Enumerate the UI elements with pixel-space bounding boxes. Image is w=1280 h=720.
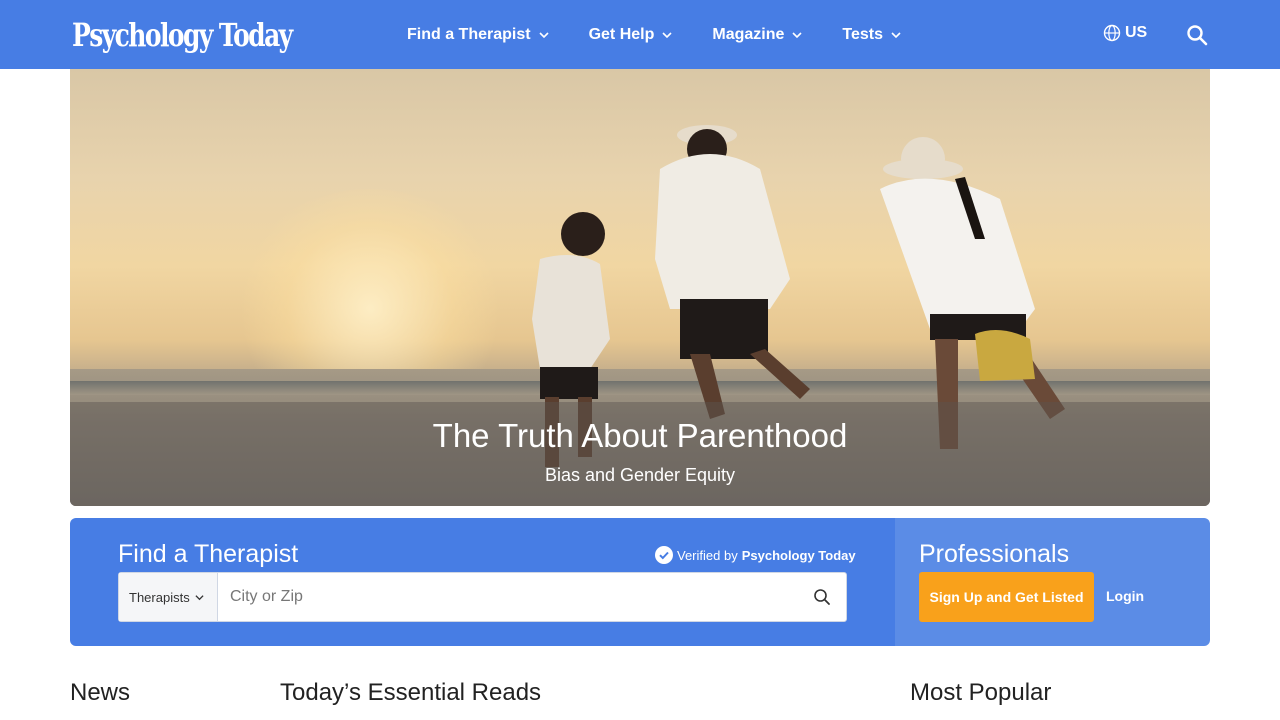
news-heading[interactable]: News — [70, 679, 130, 707]
sign-up-button[interactable]: Sign Up and Get Listed — [919, 572, 1094, 622]
nav-tests[interactable]: Tests — [842, 26, 901, 44]
professionals-panel: Professionals Sign Up and Get Listed Log… — [895, 518, 1210, 646]
find-therapist-panel: Find a Therapist Verified by Psychology … — [70, 518, 895, 646]
nav-get-help[interactable]: Get Help — [589, 26, 673, 44]
verified-prefix: Verified by — [677, 547, 738, 563]
region-selector[interactable]: US — [1103, 24, 1147, 42]
most-popular-heading[interactable]: Most Popular — [910, 679, 1051, 707]
nav-find-a-therapist[interactable]: Find a Therapist — [407, 26, 549, 44]
hero-banner[interactable]: The Truth About Parenthood Bias and Gend… — [70, 69, 1210, 506]
globe-icon — [1103, 24, 1121, 42]
hero-subtitle: Bias and Gender Equity — [544, 465, 736, 485]
top-navigation-bar: Psychology Today Find a Therapist Get He… — [0, 0, 1280, 69]
hero-title[interactable]: The Truth About Parenthood — [70, 417, 1210, 455]
login-link[interactable]: Login — [1106, 588, 1144, 604]
verified-brand: Psychology Today — [741, 547, 856, 563]
essential-reads-heading[interactable]: Today’s Essential Reads — [280, 679, 541, 707]
verified-badge: Verified by Psychology Today — [655, 546, 856, 564]
main-nav: Find a Therapist Get Help Magazine Tests — [407, 22, 941, 48]
chevron-down-icon — [539, 30, 549, 40]
chevron-down-icon — [662, 30, 672, 40]
region-label: US — [1125, 24, 1148, 41]
chevron-down-icon — [195, 593, 204, 602]
search-icon[interactable] — [1186, 24, 1208, 46]
provider-type-select[interactable]: Therapists — [119, 573, 218, 621]
nav-magazine[interactable]: Magazine — [712, 26, 802, 44]
nav-label: Magazine — [712, 26, 785, 43]
nav-label: Find a Therapist — [407, 26, 531, 43]
therapist-search-box: Therapists — [118, 572, 847, 622]
provider-type-value: Therapists — [129, 589, 190, 605]
city-or-zip-input[interactable] — [219, 573, 799, 621]
nav-label: Tests — [842, 26, 883, 43]
chevron-down-icon — [792, 30, 802, 40]
search-icon[interactable] — [813, 588, 831, 606]
professionals-title: Professionals — [919, 540, 1070, 568]
chevron-down-icon — [891, 30, 901, 40]
check-circle-icon — [655, 546, 673, 564]
nav-label: Get Help — [588, 26, 655, 43]
psychology-today-logo[interactable]: Psychology Today — [72, 14, 293, 56]
find-therapist-title: Find a Therapist — [118, 540, 299, 568]
